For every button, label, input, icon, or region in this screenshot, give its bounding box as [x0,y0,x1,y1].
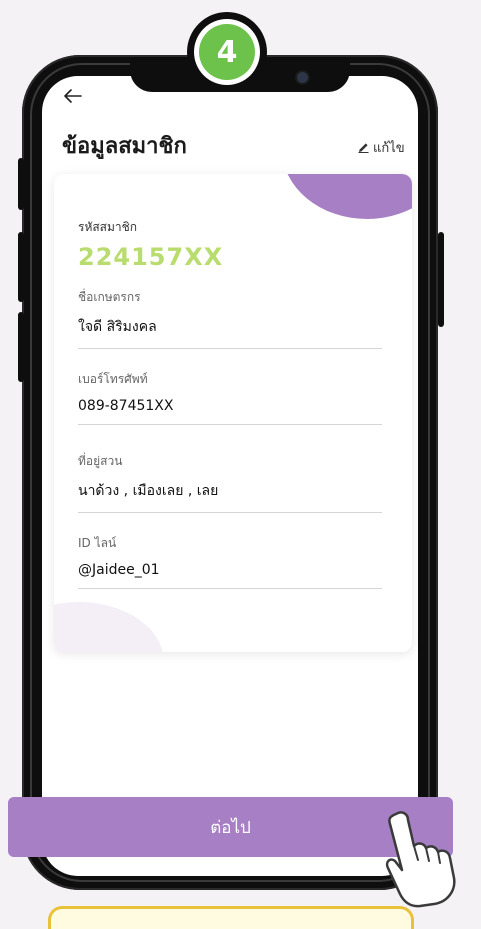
field-value: @Jaidee_01 [78,562,160,578]
field-label: ชื่อเกษตรกร [78,290,141,304]
member-id-field: รหัสสมาชิก 224157XX [78,218,382,271]
member-id-value: 224157XX [78,243,224,271]
field-value: นาด้วง , เมืองเลย , เลย [78,483,219,499]
next-button-label: ต่อไป [210,817,251,838]
field-divider [78,512,382,513]
field-value: 089-87451XX [78,398,174,414]
field-divider [78,588,382,589]
farmer-name-field: ชื่อเกษตรกร ใจดี สิริมงคล [78,288,382,349]
field-divider [78,424,382,425]
pointing-hand-icon [385,811,456,908]
phone-side-button [18,232,24,302]
phone-side-button [18,158,24,210]
member-info-card: รหัสสมาชิก 224157XX ชื่อเกษตรกร ใจดี สิร… [54,174,412,652]
field-label: เบอร์โทรศัพท์ [78,372,148,386]
pencil-icon [358,143,369,153]
card-decoration [282,174,412,219]
card-decoration-bottom [54,602,164,652]
farm-address-field: ที่อยู่สวน นาด้วง , เมืองเลย , เลย [78,452,382,513]
step-badge: 4 [199,24,255,80]
phone-number-field: เบอร์โทรศัพท์ 089-87451XX [78,370,382,425]
arrow-left-icon [64,89,82,103]
phone-side-button [18,312,24,382]
hint-banner [48,906,414,929]
field-value: ใจดี สิริมงคล [78,319,157,335]
edit-button[interactable]: แก้ไข [358,137,405,158]
field-divider [78,348,382,349]
field-label: ที่อยู่สวน [78,454,123,468]
member-id-label: รหัสสมาชิก [78,220,138,234]
field-label: ID ไลน์ [78,536,117,550]
edit-label: แก้ไข [373,141,405,156]
phone-power-button [438,232,444,327]
page-title: ข้อมูลสมาชิก [62,134,187,159]
camera-icon [297,72,308,83]
back-button[interactable] [64,86,82,106]
line-id-field: ID ไลน์ @Jaidee_01 [78,534,382,589]
